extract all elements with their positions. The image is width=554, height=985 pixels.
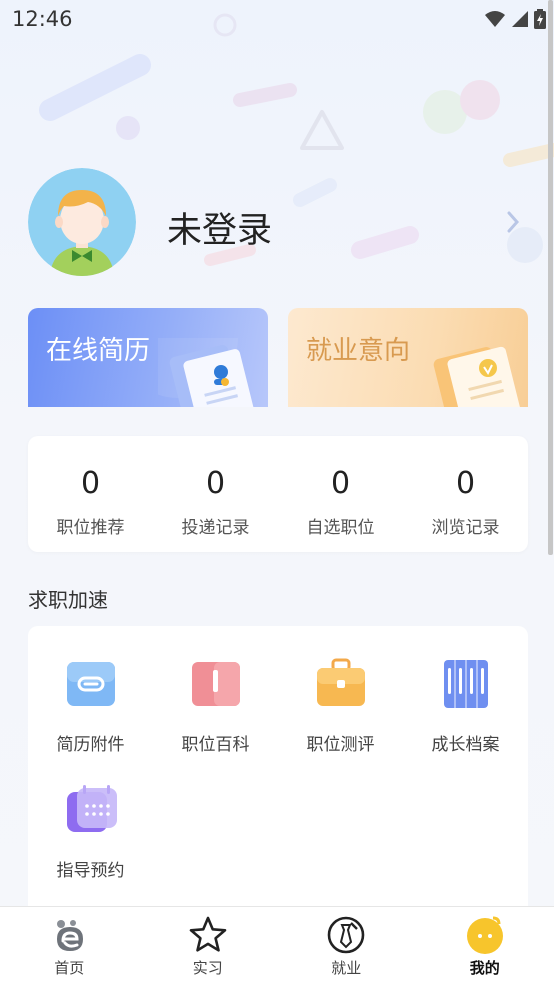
stat-value: 0 (278, 467, 403, 501)
stat-label: 浏览记录 (403, 513, 528, 538)
stats-panel: 0 职位推荐 0 投递记录 0 自选职位 0 浏览记录 (28, 436, 528, 552)
stat-label: 职位推荐 (28, 513, 153, 538)
service-label: 职位测评 (278, 730, 403, 755)
certificate-icon (418, 338, 528, 407)
status-icons (484, 9, 546, 29)
resume-document-icon (158, 338, 268, 407)
online-resume-card[interactable]: 在线简历 (28, 308, 268, 407)
online-resume-title: 在线简历 (46, 330, 150, 367)
tie-icon (326, 915, 366, 955)
chevron-right-icon[interactable] (506, 210, 520, 234)
service-job-assessment[interactable]: 职位测评 (278, 656, 403, 755)
nav-label: 就业 (277, 957, 416, 978)
stat-value: 0 (403, 467, 528, 501)
nav-internship[interactable]: 实习 (139, 907, 278, 985)
nav-label: 我的 (416, 957, 554, 978)
service-growth-archive[interactable]: 成长档案 (403, 656, 528, 755)
status-bar: 12:46 (0, 0, 554, 38)
service-label: 指导预约 (28, 856, 153, 881)
avatar[interactable] (28, 168, 136, 276)
avatar-icon (28, 168, 136, 276)
login-status[interactable]: 未登录 (167, 202, 272, 253)
service-label: 职位百科 (153, 730, 278, 755)
nav-label: 首页 (0, 957, 139, 978)
wifi-icon (484, 10, 506, 28)
service-resume-attachment[interactable]: 简历附件 (28, 656, 153, 755)
service-job-encyclopedia[interactable]: 职位百科 (153, 656, 278, 755)
briefcase-icon (313, 656, 369, 712)
star-icon (188, 915, 228, 955)
employment-intent-card[interactable]: 就业意向 (288, 308, 528, 407)
battery-icon (534, 9, 546, 29)
stat-browse-history[interactable]: 0 浏览记录 (403, 436, 528, 552)
nav-mine[interactable]: 我的 (416, 907, 554, 985)
stat-value: 0 (153, 467, 278, 501)
service-label: 成长档案 (403, 730, 528, 755)
service-label: 简历附件 (28, 730, 153, 755)
nav-home[interactable]: 首页 (0, 907, 139, 985)
book-icon (188, 656, 244, 712)
profile-face-icon (465, 915, 505, 955)
stat-delivery-records[interactable]: 0 投递记录 (153, 436, 278, 552)
calendar-icon (63, 782, 119, 838)
services-panel: 简历附件 职位百科 职位测评 成长档案 (28, 626, 528, 926)
status-time: 12:46 (12, 7, 73, 31)
home-icon (49, 915, 89, 955)
stat-label: 投递记录 (153, 513, 278, 538)
signal-icon (511, 10, 529, 28)
service-guidance-appointment[interactable]: 指导预约 (28, 782, 153, 881)
nav-label: 实习 (139, 957, 278, 978)
stat-label: 自选职位 (278, 513, 403, 538)
archive-icon (438, 656, 494, 712)
stat-saved-jobs[interactable]: 0 自选职位 (278, 436, 403, 552)
section-title: 求职加速 (28, 584, 108, 613)
nav-employment[interactable]: 就业 (277, 907, 416, 985)
paperclip-icon (63, 656, 119, 712)
employment-intent-title: 就业意向 (306, 330, 410, 367)
scrollbar[interactable] (548, 0, 553, 555)
bottom-nav: 首页 实习 就业 我的 (0, 906, 554, 985)
stat-job-recommend[interactable]: 0 职位推荐 (28, 436, 153, 552)
stat-value: 0 (28, 467, 153, 501)
